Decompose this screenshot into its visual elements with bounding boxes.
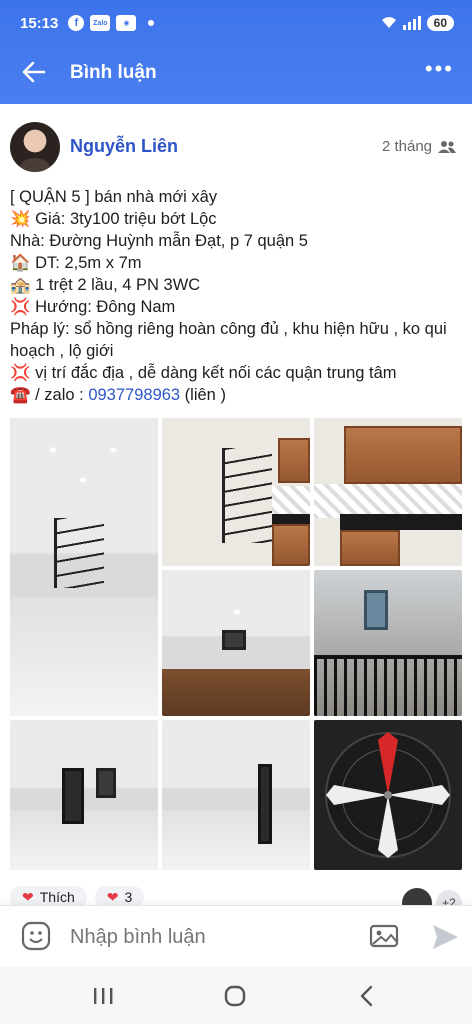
image-icon[interactable] [368,920,400,952]
post-line: 💥 Giá: 3ty100 triệu bớt Lộc [10,210,217,228]
page-title: Bình luận [70,62,157,83]
post-line: Pháp lý: sổ hồng riêng hoàn công đủ , kh… [10,320,447,360]
reaction-count-value: 3 [124,889,133,905]
send-icon[interactable] [430,922,460,952]
friends-audience-icon [438,140,456,153]
contact-line: ☎️ / zalo : 0937798963 (liên ) [10,384,466,406]
post-time: 2 tháng [381,138,432,155]
back-nav-icon[interactable] [352,981,382,1011]
author-name[interactable]: Nguyễn Liên [70,136,178,157]
more-options-icon[interactable]: ••• [425,58,454,80]
comment-input[interactable] [70,922,350,952]
contact-prefix: ☎️ / zalo : [10,386,89,404]
post-text: [ QUẬN 5 ] bán nhà mới xây 💥 Giá: 3ty100… [10,186,466,406]
post-line: 💢 Hướng: Đông Nam [10,298,176,316]
back-arrow-icon[interactable] [20,58,48,86]
status-bar: 15:13 f Zalo ◉ 60 [20,10,454,36]
post-meta: 2 tháng [382,138,456,155]
home-icon[interactable] [220,981,250,1011]
photo-room-corridor[interactable] [162,720,310,870]
compass-icon [325,732,451,858]
photo-balcony[interactable] [314,570,462,716]
post-line: 💢 vị trí đắc địa , dễ dàng kết nối các q… [10,364,397,382]
photo-grid [10,418,462,870]
zalo-icon: Zalo [90,15,111,31]
system-nav-bar [0,967,472,1024]
photo-room-door[interactable] [10,720,158,870]
contact-suffix: (liên ) [180,386,226,404]
photo-bedroom[interactable] [162,570,310,716]
sticker-icon[interactable] [20,920,52,952]
comment-composer [0,905,472,967]
phone-link[interactable]: 0937798963 [88,386,180,404]
battery-indicator: 60 [426,15,454,31]
wifi-icon [381,15,397,32]
photo-kitchen[interactable] [314,418,462,566]
photo-kitchen-stairs[interactable] [162,418,310,566]
app-bar: Bình luận ••• [0,50,472,94]
camera-icon: ◉ [116,15,137,31]
author-avatar[interactable] [10,122,60,172]
status-time: 15:13 [20,14,59,32]
post-line: 🏤 1 trệt 2 lầu, 4 PN 3WC [10,276,201,294]
like-label: Thích [39,889,75,905]
heart-icon: ❤ [106,888,119,905]
top-bar: 15:13 f Zalo ◉ 60 Bình luận ••• [0,0,472,104]
post-line: 🏠 DT: 2,5m x 7m [10,254,142,272]
photo-hallway-stairs[interactable] [10,418,158,716]
signal-icon [402,16,421,30]
facebook-icon: f [68,15,85,31]
post-line: [ QUẬN 5 ] bán nhà mới xây [10,188,218,206]
notification-dot [148,20,155,26]
photo-compass[interactable] [314,720,462,870]
recent-apps-icon[interactable] [88,981,118,1011]
heart-icon: ❤ [22,888,34,905]
post-line: Nhà: Đường Huỳnh mẫn Đạt, p 7 quận 5 [10,232,308,250]
